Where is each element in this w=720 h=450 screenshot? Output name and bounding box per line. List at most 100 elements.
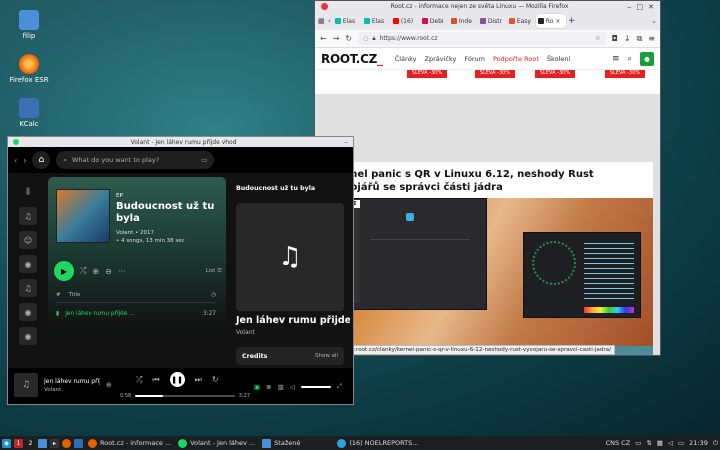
chevron-left-icon[interactable]: ‹ (14, 156, 17, 165)
nav-link-clanky[interactable]: Články (395, 55, 417, 63)
desktop-icon-firefox[interactable]: Firefox ESR (4, 54, 54, 84)
search-icon[interactable]: ⌕ (628, 54, 632, 64)
workspace-1[interactable]: 1 (14, 438, 23, 448)
playlist-icon[interactable]: ♫ (19, 207, 37, 225)
tab[interactable]: Inde (449, 14, 476, 28)
article-image[interactable]: STALO SE (323, 198, 653, 346)
tab[interactable]: Easy (507, 14, 534, 28)
previous-icon[interactable]: ⏮ (152, 375, 159, 385)
volume-icon[interactable]: ◁ (668, 439, 673, 447)
tab[interactable]: (16) (391, 14, 418, 28)
volume-slider[interactable] (300, 385, 331, 388)
repeat-icon[interactable]: ↻ (212, 375, 219, 384)
keyboard-layout[interactable]: CNS CZ (606, 439, 631, 447)
menu-icon[interactable]: ≡ (648, 34, 655, 43)
task-spotify[interactable]: Volant - Jen láhev ... (176, 438, 257, 448)
playlist-icon[interactable]: ♫ (19, 279, 37, 297)
shuffle-icon[interactable]: ⤮ (80, 266, 86, 276)
ad-banner[interactable]: SLEVA -30% SLEVA -30% SLEVA -30% SLEVA -… (315, 70, 660, 94)
close-icon[interactable]: ✕ (648, 3, 654, 11)
album-cover[interactable] (56, 189, 110, 243)
panel-artist[interactable]: Volant (236, 329, 255, 336)
tab[interactable]: Distr (478, 14, 505, 28)
pocket-icon[interactable]: ◘ (612, 34, 618, 43)
user-icon[interactable]: ● (640, 51, 654, 66)
devices-icon[interactable]: ▥ (278, 383, 284, 391)
network-icon[interactable]: ⇅ (646, 439, 651, 447)
maximize-icon[interactable]: □ (637, 3, 644, 11)
table-row[interactable]: ▮ Jen láhev rumu příjde ... 3:27 (56, 311, 216, 317)
search-input[interactable]: ⌕ What do you want to play? ▭ (56, 151, 215, 169)
tab[interactable]: Debi (420, 14, 447, 28)
now-playing-title[interactable]: Jen láhev rumu příjde (44, 378, 100, 385)
url-bar[interactable]: ◌ 🔒︎ https://www.root.cz ☆ (358, 32, 606, 45)
forward-icon[interactable]: → (333, 34, 340, 43)
site-logo[interactable]: ROOT.CZ_ (321, 52, 383, 66)
workspace-2[interactable]: 2 (26, 439, 35, 448)
tab-active[interactable]: Ro × (535, 14, 566, 28)
add-icon[interactable]: ⊕ (106, 381, 112, 389)
list-view-toggle[interactable]: List ☰ (206, 268, 222, 274)
chevron-right-icon[interactable]: › (23, 156, 26, 165)
terminal-icon[interactable]: ▸ (50, 438, 59, 448)
next-icon[interactable]: ⏭ (195, 375, 202, 385)
show-all-link[interactable]: Show all (315, 353, 338, 359)
article-headline[interactable]: Kernel panic s QR v Linuxu 6.12, neshody… (323, 162, 653, 198)
podcast-icon[interactable]: ◉ (19, 303, 37, 321)
now-playing-artist[interactable]: Volant (44, 387, 61, 393)
tab[interactable]: Elas (362, 14, 389, 28)
reload-icon[interactable]: ↻ (345, 34, 352, 43)
panel-song[interactable]: Jen láhev rumu přijde (236, 315, 350, 326)
browse-icon[interactable]: ▭ (201, 156, 207, 164)
display-icon[interactable]: ▭ (678, 439, 684, 447)
firefox-icon[interactable] (62, 438, 71, 448)
task-downloads[interactable]: Stažené (260, 438, 302, 448)
firefox-titlebar[interactable]: Root.cz - informace nejen ze světa Linux… (315, 1, 660, 12)
album-artist-year[interactable]: Volant • 2017 (116, 229, 185, 237)
close-tab-icon[interactable]: × (555, 18, 560, 25)
task-telegram[interactable]: (16) NOELREPORTS... (335, 438, 420, 448)
progress-track[interactable] (135, 395, 235, 397)
artist-icon[interactable]: ☺ (19, 231, 37, 249)
nav-link-zpravicky[interactable]: Zprávičky (425, 55, 457, 63)
queue-icon[interactable]: ≣ (266, 383, 271, 391)
task-firefox[interactable]: Root.cz - informace ... (86, 438, 173, 448)
bookmark-star-icon[interactable]: ☆ (595, 35, 600, 42)
now-playing-view-icon[interactable]: ▣ (254, 383, 260, 391)
tab-list-icon[interactable]: ▦ (318, 17, 326, 25)
power-icon[interactable]: ⏻ (713, 439, 718, 448)
chevron-down-icon[interactable]: ⌄ (651, 17, 657, 25)
hamburger-icon[interactable]: ≡ (612, 54, 620, 64)
tab[interactable]: Elas (333, 14, 360, 28)
storage-icon[interactable]: ▦ (657, 439, 663, 447)
library-icon[interactable]: ⫼ (19, 183, 37, 201)
chat-icon[interactable]: ▭ (635, 439, 641, 447)
volume-icon[interactable]: ◁ (290, 383, 295, 391)
app-menu-icon[interactable]: ◆ (2, 438, 11, 448)
desktop-icon-home[interactable]: filip (4, 10, 54, 40)
back-icon[interactable]: ← (320, 34, 327, 43)
extensions-icon[interactable]: ⧉ (637, 34, 643, 44)
minimize-icon[interactable]: ‒ (344, 139, 348, 146)
desktop-icon-kcalc[interactable]: KCalc (4, 98, 54, 128)
podcast-icon[interactable]: ◉ (19, 255, 37, 273)
shuffle-icon[interactable]: ⤮ (136, 375, 142, 385)
new-tab-icon[interactable]: + (568, 16, 576, 26)
clock[interactable]: 21:39 (689, 439, 708, 447)
add-icon[interactable]: ⊕ (92, 267, 99, 276)
file-manager-icon[interactable] (38, 438, 47, 448)
more-icon[interactable]: ··· (118, 267, 126, 276)
spotify-titlebar[interactable]: Volant - Jen láhev rumu příjde vhod ‒ (8, 137, 353, 147)
nav-link-forum[interactable]: Fórum (464, 55, 485, 63)
chevron-left-icon[interactable]: ‹ (328, 17, 331, 25)
podcast-icon[interactable]: ◉ (19, 327, 37, 345)
download-icon[interactable]: ↓ (624, 34, 631, 43)
fullscreen-icon[interactable]: ⤢ (337, 382, 342, 391)
minimize-icon[interactable]: ‒ (627, 3, 631, 11)
mail-icon[interactable] (74, 438, 83, 448)
play-button[interactable]: ▶ (54, 261, 74, 281)
nav-link-podporte[interactable]: Podpořte Root (493, 55, 539, 63)
nav-link-skoleni[interactable]: Školení (547, 55, 570, 63)
download-icon[interactable]: ⊖ (105, 267, 112, 276)
home-button[interactable]: ⌂ (32, 151, 51, 169)
